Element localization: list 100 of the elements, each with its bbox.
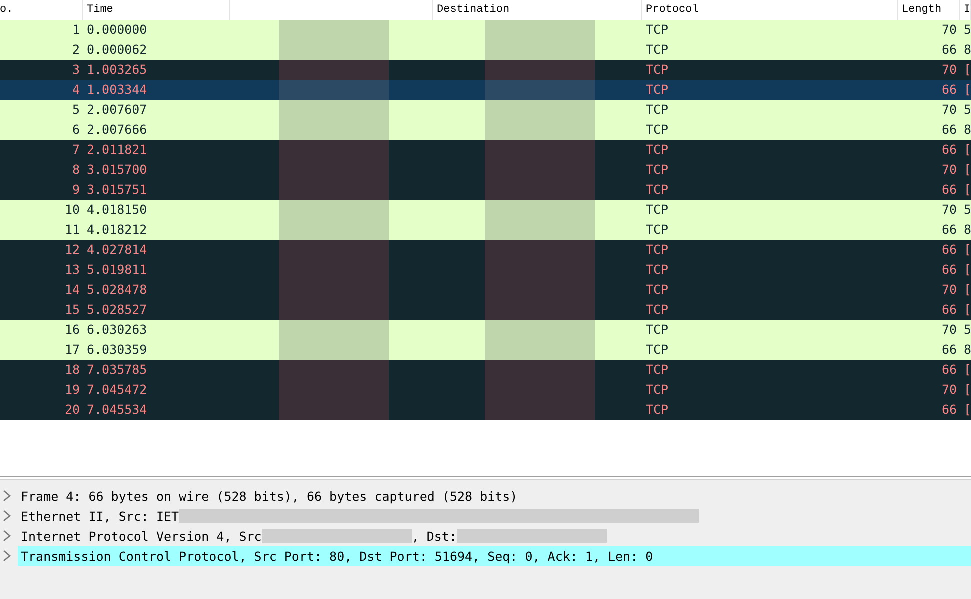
packet-length: 66 [940,81,958,99]
packet-row[interactable]: 2 0.000062 TCP 66 8 [0,40,971,60]
packet-number: 13 [64,261,81,279]
packet-protocol: TCP [645,301,670,319]
packet-info: 5 [963,321,971,339]
packet-number: 12 [64,241,81,259]
packet-row[interactable]: 20 7.045534 TCP 66 [ [0,400,971,420]
packet-row[interactable]: 3 1.003265 TCP 70 [ [0,60,971,80]
packet-protocol: TCP [645,121,670,139]
packet-time: 3.015700 [86,161,148,179]
packet-length: 66 [940,401,958,419]
packet-protocol: TCP [645,241,670,259]
packet-info: [ [963,181,971,199]
packet-info: 8 [963,121,971,139]
packet-row[interactable]: 17 6.030359 TCP 66 8 [0,340,971,360]
packet-row[interactable]: 4 1.003344 TCP 66 [ [0,80,971,100]
packet-protocol: TCP [645,41,670,59]
packet-number: 7 [71,141,81,159]
packet-row[interactable]: 12 4.027814 TCP 66 [ [0,240,971,260]
packet-row[interactable]: 16 6.030263 TCP 70 5 [0,320,971,340]
packet-info: [ [963,81,971,99]
packet-protocol: TCP [645,381,670,399]
expand-chevron-icon[interactable] [2,530,12,542]
packet-number: 20 [64,401,81,419]
packet-number: 5 [71,101,81,119]
packet-info: 5 [963,21,971,39]
packet-number: 8 [71,161,81,179]
packet-row[interactable]: 6 2.007666 TCP 66 8 [0,120,971,140]
packet-number: 3 [71,61,81,79]
packet-protocol: TCP [645,101,670,119]
packet-info: [ [963,61,971,79]
packet-time: 4.018150 [86,201,148,219]
packet-protocol: TCP [645,81,670,99]
packet-protocol: TCP [645,141,670,159]
packet-length: 66 [940,221,958,239]
packet-row[interactable]: 18 7.035785 TCP 66 [ [0,360,971,380]
packet-row[interactable]: 9 3.015751 TCP 66 [ [0,180,971,200]
packet-time: 7.045472 [86,381,148,399]
packet-time: 1.003265 [86,61,148,79]
packet-time: 1.003344 [86,81,148,99]
packet-protocol: TCP [645,341,670,359]
detail-tree-item[interactable]: Internet Protocol Version 4, Src , Dst: [18,526,971,546]
packet-info: [ [963,141,971,159]
packet-info: [ [963,241,971,259]
packet-row[interactable]: 15 5.028527 TCP 66 [ [0,300,971,320]
packet-number: 15 [64,301,81,319]
packet-row[interactable]: 8 3.015700 TCP 70 [ [0,160,971,180]
packet-length: 66 [940,261,958,279]
packet-row[interactable]: 5 2.007607 TCP 70 5 [0,100,971,120]
detail-text: Transmission Control Protocol, Src Port: 80, Dst Port: 51694, Seq: 0, Ack: 1, Len: 0 [21,548,654,564]
packet-length: 70 [940,381,958,399]
packet-length: 70 [940,61,958,79]
packet-number: 18 [64,361,81,379]
packet-protocol: TCP [645,61,670,79]
packet-length: 66 [940,41,958,59]
packet-number: 2 [71,41,81,59]
packet-length: 66 [940,141,958,159]
packet-time: 6.030359 [86,341,148,359]
packet-length: 70 [940,201,958,219]
packet-row[interactable]: 11 4.018212 TCP 66 8 [0,220,971,240]
packet-row[interactable]: 19 7.045472 TCP 70 [ [0,380,971,400]
packet-info: 5 [963,101,971,119]
packet-number: 19 [64,381,81,399]
packet-length: 66 [940,341,958,359]
detail-tree-item[interactable]: Frame 4: 66 bytes on wire (528 bits), 66 bytes captured (528 bits) [18,486,971,506]
packet-time: 5.028527 [86,301,148,319]
packet-protocol: TCP [645,181,670,199]
packet-info: [ [963,281,971,299]
packet-time: 4.027814 [86,241,148,259]
packet-row[interactable]: 7 2.011821 TCP 66 [ [0,140,971,160]
packet-info: 8 [963,221,971,239]
packet-protocol: TCP [645,161,670,179]
expand-chevron-icon[interactable] [2,490,12,502]
detail-text: Internet Protocol Version 4, Src [21,528,262,544]
packet-row[interactable]: 14 5.028478 TCP 70 [ [0,280,971,300]
packet-length: 66 [940,301,958,319]
packet-length: 66 [940,121,958,139]
packet-number: 6 [71,121,81,139]
packet-row[interactable]: 13 5.019811 TCP 66 [ [0,260,971,280]
packet-time: 2.011821 [86,141,148,159]
packet-protocol: TCP [645,401,670,419]
packet-info: 8 [963,41,971,59]
packet-time: 6.030263 [86,321,148,339]
expand-chevron-icon[interactable] [2,510,12,522]
detail-tree-item[interactable]: Transmission Control Protocol, Src Port: 80, Dst Port: 51694, Seq: 0, Ack: 1, Len: 0 [18,546,971,566]
packet-info: [ [963,401,971,419]
packet-time: 0.000062 [86,41,148,59]
packet-protocol: TCP [645,321,670,339]
packet-info: 8 [963,341,971,359]
packet-length: 70 [940,281,958,299]
packet-number: 16 [64,321,81,339]
packet-row[interactable]: 10 4.018150 TCP 70 5 [0,200,971,220]
packet-time: 7.045534 [86,401,148,419]
packet-time: 4.018212 [86,221,148,239]
detail-tree-item[interactable]: Ethernet II, Src: IET [18,506,971,526]
packet-row[interactable]: 1 0.000000 TCP 70 5 [0,20,971,40]
packet-number: 11 [64,221,81,239]
expand-chevron-icon[interactable] [2,550,12,562]
packet-length: 66 [940,361,958,379]
detail-text: Ethernet II, Src: IET [21,508,180,524]
